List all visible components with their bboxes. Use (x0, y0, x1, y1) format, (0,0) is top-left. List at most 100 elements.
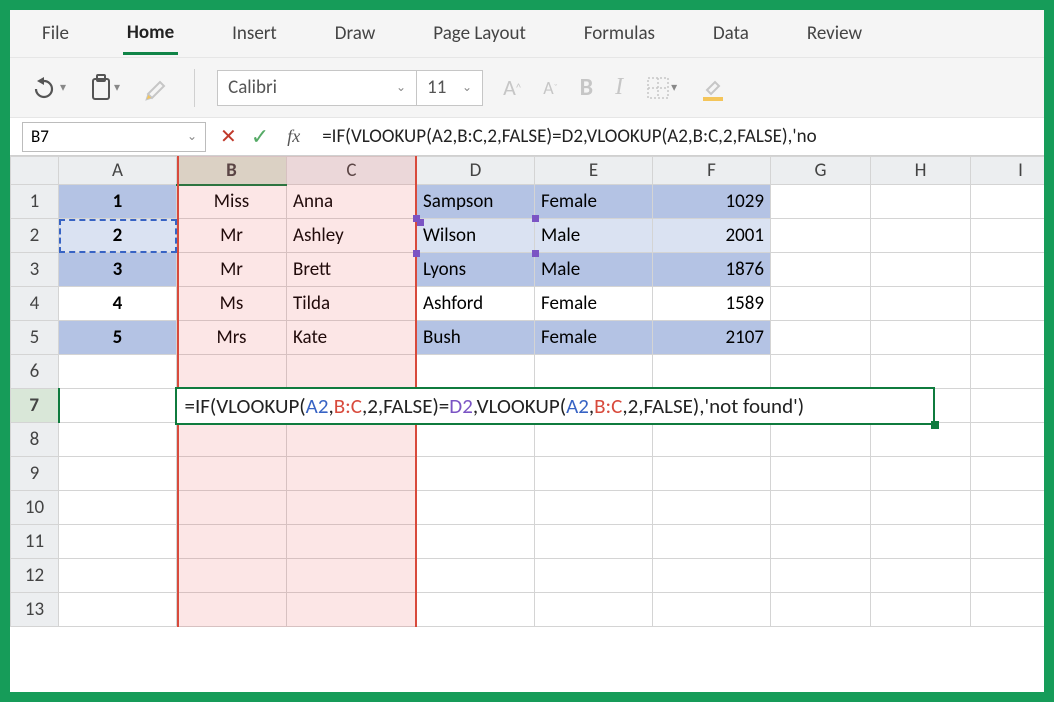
cell-E10[interactable] (535, 491, 653, 525)
cell-D11[interactable] (417, 525, 535, 559)
cell-B6[interactable] (177, 355, 287, 389)
column-header-e[interactable]: E (535, 157, 653, 185)
cell-H12[interactable] (871, 559, 971, 593)
cell-A8[interactable] (59, 423, 177, 457)
cell-D10[interactable] (417, 491, 535, 525)
cell-G5[interactable] (771, 321, 871, 355)
row-header-12[interactable]: 12 (11, 559, 59, 593)
cell-A3[interactable]: 3 (59, 253, 177, 287)
font-size-select[interactable]: 11 ⌄ (417, 70, 483, 106)
cell-B4[interactable]: Ms (177, 287, 287, 321)
cell-G12[interactable] (771, 559, 871, 593)
cell-I11[interactable] (971, 525, 1054, 559)
row-header-13[interactable]: 13 (11, 593, 59, 627)
cell-D4[interactable]: Ashford (417, 287, 535, 321)
cell-B2[interactable]: Mr (177, 219, 287, 253)
column-header-d[interactable]: D (417, 157, 535, 185)
increase-font-button[interactable]: A^ (501, 70, 523, 105)
cell-D2[interactable]: Wilson (417, 219, 535, 253)
row-header-1[interactable]: 1 (11, 185, 59, 219)
cell-D3[interactable]: Lyons (417, 253, 535, 287)
column-header-g[interactable]: G (771, 157, 871, 185)
column-header-c[interactable]: C (287, 157, 417, 185)
cell-F9[interactable] (653, 457, 771, 491)
cell-F13[interactable] (653, 593, 771, 627)
cell-C13[interactable] (287, 593, 417, 627)
cell-B11[interactable] (177, 525, 287, 559)
cell-I9[interactable] (971, 457, 1054, 491)
cell-A7[interactable] (59, 389, 177, 423)
cell-E9[interactable] (535, 457, 653, 491)
cell-D9[interactable] (417, 457, 535, 491)
cell-B8[interactable] (177, 423, 287, 457)
cell-E2[interactable]: Male (535, 219, 653, 253)
cell-I4[interactable] (971, 287, 1054, 321)
row-header-6[interactable]: 6 (11, 355, 59, 389)
cell-A9[interactable] (59, 457, 177, 491)
cell-B5[interactable]: Mrs (177, 321, 287, 355)
cell-F1[interactable]: 1029 (653, 185, 771, 219)
cell-H10[interactable] (871, 491, 971, 525)
cell-C10[interactable] (287, 491, 417, 525)
cell-I12[interactable] (971, 559, 1054, 593)
cell-C3[interactable]: Brett (287, 253, 417, 287)
cell-F3[interactable]: 1876 (653, 253, 771, 287)
name-box[interactable]: B7 ⌄ (22, 122, 206, 152)
cell-H4[interactable] (871, 287, 971, 321)
cell-I6[interactable] (971, 355, 1054, 389)
column-header-h[interactable]: H (871, 157, 971, 185)
cell-G3[interactable] (771, 253, 871, 287)
cell-F4[interactable]: 1589 (653, 287, 771, 321)
cell-C1[interactable]: Anna (287, 185, 417, 219)
row-header-11[interactable]: 11 (11, 525, 59, 559)
cell-E13[interactable] (535, 593, 653, 627)
cell-B13[interactable] (177, 593, 287, 627)
cell-H11[interactable] (871, 525, 971, 559)
cell-A11[interactable] (59, 525, 177, 559)
cell-H8[interactable] (871, 423, 971, 457)
cell-H9[interactable] (871, 457, 971, 491)
cell-C6[interactable] (287, 355, 417, 389)
tab-file[interactable]: File (38, 14, 73, 53)
cell-E11[interactable] (535, 525, 653, 559)
bold-button[interactable]: B (578, 69, 595, 106)
cell-F8[interactable] (653, 423, 771, 457)
cell-E6[interactable] (535, 355, 653, 389)
fill-color-button[interactable] (697, 70, 729, 106)
cell-H2[interactable] (871, 219, 971, 253)
column-header-b[interactable]: B (177, 157, 287, 185)
cell-A10[interactable] (59, 491, 177, 525)
cell-F5[interactable]: 2107 (653, 321, 771, 355)
cell-G8[interactable] (771, 423, 871, 457)
cell-I3[interactable] (971, 253, 1054, 287)
column-header-a[interactable]: A (59, 157, 177, 185)
cell-A1[interactable]: 1 (59, 185, 177, 219)
cell-C4[interactable]: Tilda (287, 287, 417, 321)
cell-F12[interactable] (653, 559, 771, 593)
column-header-f[interactable]: F (653, 157, 771, 185)
formula-bar-input[interactable]: =IF(VLOOKUP(A2,B:C,2,FALSE)=D2,VLOOKUP(A… (314, 122, 1044, 152)
cell-D1[interactable]: Sampson (417, 185, 535, 219)
cell-D6[interactable] (417, 355, 535, 389)
borders-button[interactable]: ▾ (643, 71, 679, 105)
cell-I5[interactable] (971, 321, 1054, 355)
cell-B10[interactable] (177, 491, 287, 525)
cell-E5[interactable]: Female (535, 321, 653, 355)
cell-A5[interactable]: 5 (59, 321, 177, 355)
row-header-2[interactable]: 2 (11, 219, 59, 253)
cell-D13[interactable] (417, 593, 535, 627)
cell-G10[interactable] (771, 491, 871, 525)
cell-C12[interactable] (287, 559, 417, 593)
cell-G4[interactable] (771, 287, 871, 321)
cell-F10[interactable] (653, 491, 771, 525)
cell-A2[interactable]: 2 (59, 219, 177, 253)
cell-I10[interactable] (971, 491, 1054, 525)
cell-C5[interactable]: Kate (287, 321, 417, 355)
cell-D8[interactable] (417, 423, 535, 457)
cell-G2[interactable] (771, 219, 871, 253)
cell-F11[interactable] (653, 525, 771, 559)
cell-I8[interactable] (971, 423, 1054, 457)
cell-editor[interactable]: =IF(VLOOKUP(A2,B:C,2,FALSE)=D2,VLOOKUP(A… (175, 387, 935, 425)
format-painter-button[interactable] (140, 70, 172, 106)
cell-A4[interactable]: 4 (59, 287, 177, 321)
